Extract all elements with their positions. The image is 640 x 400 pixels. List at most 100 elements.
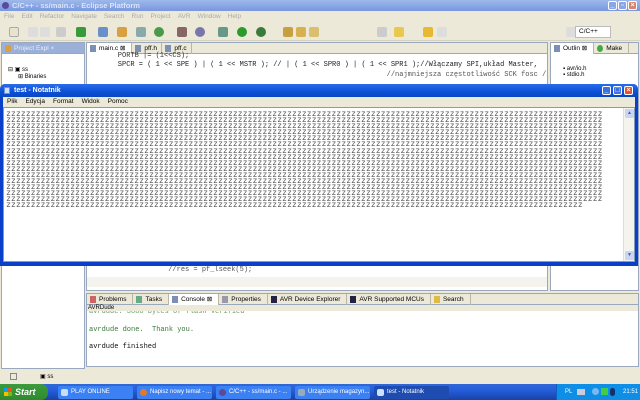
taskbar-item-eclipse[interactable]: C/C++ - ss/main.c - ...: [216, 386, 291, 399]
taskbar-item-firefox[interactable]: Napisz nowy temat - ...: [137, 386, 212, 399]
debug-icon[interactable]: [218, 27, 228, 37]
tab-outline[interactable]: Outlin ⊠: [551, 43, 595, 54]
code-line[interactable]: PORTB |= (1<<CS);: [101, 52, 189, 60]
notepad-vertical-scrollbar[interactable]: ▲ ▼: [623, 108, 634, 261]
new-source-icon[interactable]: [136, 27, 146, 37]
network-icon[interactable]: [592, 388, 599, 395]
scroll-up-arrow[interactable]: ▲: [625, 109, 634, 118]
avr-upload-icon[interactable]: [76, 27, 86, 37]
refresh-icon[interactable]: [154, 27, 164, 37]
build-icon[interactable]: [56, 27, 66, 37]
next-annotation-icon[interactable]: [377, 27, 387, 37]
menu-navigate[interactable]: Navigate: [71, 13, 97, 20]
eclipse-title: C/C++ - ss/main.c - Eclipse Platform: [12, 1, 140, 10]
menu-plik[interactable]: Plik: [7, 98, 17, 105]
back-arrow-icon[interactable]: [423, 27, 433, 37]
taskbar-item-device[interactable]: Urządzenie magazyn...: [295, 386, 370, 399]
notepad-close-button[interactable]: ×: [624, 86, 633, 95]
console-line: avrdude finished: [89, 343, 157, 351]
notepad-title-bar[interactable]: test - Notatnik _ □ ×: [0, 84, 638, 97]
taskbar-item-notepad[interactable]: test - Notatnik: [374, 386, 449, 399]
menu-refactor[interactable]: Refactor: [40, 13, 65, 20]
fast-view-icon[interactable]: [10, 373, 17, 380]
menu-edycja[interactable]: Edycja: [25, 98, 45, 105]
tab-avr-supported-mcus[interactable]: AVR Supported MCUs: [347, 294, 431, 305]
menu-edit[interactable]: Edit: [21, 13, 32, 20]
new-project-icon[interactable]: [98, 27, 108, 37]
eclipse-title-bar: C/C++ - ss/main.c - Eclipse Platform _ ▫…: [0, 0, 640, 11]
outline-list: ▪ avr/io.h ▪ stdio.h: [551, 54, 638, 78]
code-line[interactable]: //res = pf_lseek(5);: [101, 266, 252, 274]
scroll-down-arrow[interactable]: ▼: [625, 251, 634, 260]
notepad-minimize-button[interactable]: _: [602, 86, 611, 95]
project-tree: ⊟ ▣ ss ⊞ Binaries: [2, 54, 84, 80]
save-icon[interactable]: [28, 27, 38, 37]
perspective-cpp-button[interactable]: C/C++: [575, 26, 611, 38]
menu-project[interactable]: Project: [150, 13, 170, 20]
tray-app-icon[interactable]: [601, 388, 608, 395]
eclipse-toolbar: C/C++: [0, 23, 640, 41]
clock[interactable]: 21:51: [623, 384, 638, 400]
project-explorer-tabbar: Project Expl ×: [2, 43, 84, 54]
last-edit-icon[interactable]: [394, 27, 404, 37]
tab-avr-device-explorer[interactable]: AVR Device Explorer: [268, 294, 348, 305]
menu-format[interactable]: Format: [53, 98, 74, 105]
tab-project-explorer[interactable]: Project Expl ×: [2, 43, 60, 54]
taskbar: Start PLAY ONLINE Napisz nowy temat - ..…: [0, 384, 640, 400]
console-line: avrdude done. Thank you.: [89, 326, 195, 334]
external-tools-icon[interactable]: [256, 27, 266, 37]
open-type-icon[interactable]: [283, 27, 293, 37]
tab-tasks[interactable]: Tasks: [133, 294, 170, 305]
tab-problems[interactable]: Problems: [87, 294, 134, 305]
tree-item-ss[interactable]: ⊟ ▣ ss: [8, 66, 80, 73]
language-indicator[interactable]: PL: [565, 384, 572, 400]
tab-properties[interactable]: Properties: [219, 294, 268, 305]
console-line: avrdude: 3888 bytes of flash verified: [89, 311, 245, 316]
menu-run[interactable]: Run: [132, 13, 144, 20]
notepad-text[interactable]: zzzzzzzzzzzzzzzzzzzzzzzzzzzzzzzzzzzzzzzz…: [6, 110, 618, 208]
new-folder-icon[interactable]: [117, 27, 127, 37]
minimize-button[interactable]: _: [608, 1, 617, 10]
maximize-button[interactable]: ▫: [618, 1, 627, 10]
taskbar-item-play-online[interactable]: PLAY ONLINE: [58, 386, 133, 399]
notepad-icon: [4, 87, 10, 94]
bluetooth-icon[interactable]: [610, 388, 615, 396]
start-button[interactable]: Start: [0, 384, 48, 400]
outline-tabbar: Outlin ⊠ Make: [551, 43, 638, 54]
open-folder-icon[interactable]: [296, 27, 306, 37]
tab-console[interactable]: Console ⊠: [169, 294, 220, 305]
notepad-text-line: zzzzzzzzzzzzzzzzzzzzzzzzzzzzzzzzzzzzzzzz…: [6, 201, 583, 208]
forward-arrow-icon[interactable]: [437, 27, 447, 37]
tree-item-binaries[interactable]: ⊞ Binaries: [8, 73, 80, 80]
menu-help[interactable]: Help: [228, 13, 241, 20]
close-button[interactable]: ×: [628, 1, 637, 10]
menu-search[interactable]: Search: [104, 13, 125, 20]
new-icon[interactable]: [9, 27, 19, 37]
tab-make[interactable]: Make: [594, 43, 630, 54]
windows-logo-icon: [4, 388, 12, 396]
notepad-maximize-button[interactable]: □: [613, 86, 622, 95]
hammer-icon[interactable]: [177, 27, 187, 37]
menu-pomoc[interactable]: Pomoc: [108, 98, 128, 105]
editor-horizontal-scrollbar[interactable]: [87, 277, 547, 287]
menu-window[interactable]: Window: [198, 13, 221, 20]
debug-config-icon[interactable]: [195, 27, 205, 37]
print-icon[interactable]: [40, 27, 50, 37]
menu-file[interactable]: File: [4, 13, 14, 20]
menu-avr[interactable]: AVR: [178, 13, 191, 20]
console-panel: Problems Tasks Console ⊠ Properties AVR Devi…: [86, 293, 639, 367]
pencil-icon[interactable]: [309, 27, 319, 37]
keyboard-icon[interactable]: [577, 389, 585, 395]
menu-widok[interactable]: Widok: [82, 98, 100, 105]
notepad-window: test - Notatnik _ □ × Plik Edycja Format Wi…: [0, 84, 638, 266]
run-icon[interactable]: [237, 27, 247, 37]
notepad-title: test - Notatnik: [14, 87, 61, 94]
status-bar: ▣ ss: [0, 371, 640, 383]
tab-search[interactable]: Search: [431, 294, 471, 305]
notepad-text-area[interactable]: zzzzzzzzzzzzzzzzzzzzzzzzzzzzzzzzzzzzzzzz…: [3, 107, 635, 262]
notepad-menu-bar: Plik Edycja Format Widok Pomoc: [3, 97, 635, 107]
eclipse-icon: [2, 2, 9, 9]
code-line[interactable]: //najmniejsza częstotliwość SCK fosc / 1: [101, 71, 555, 79]
code-line[interactable]: SPCR = ( 1 << SPE ) | ( 1 << MSTR ); // …: [101, 61, 538, 69]
outline-item[interactable]: ▪ stdio.h: [563, 72, 638, 78]
